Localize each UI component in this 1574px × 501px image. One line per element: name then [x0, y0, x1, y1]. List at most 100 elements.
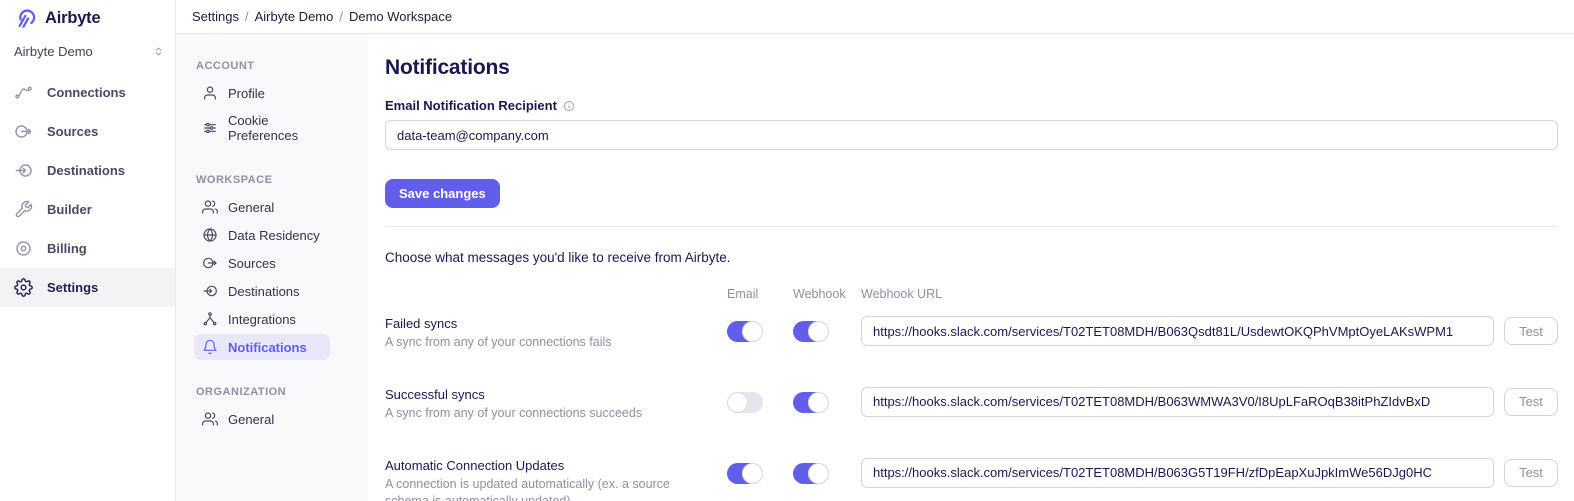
wrench-icon — [14, 200, 33, 219]
settings-nav-label: Data Residency — [228, 228, 320, 243]
sidebar-item-settings[interactable]: Settings — [0, 268, 175, 307]
section-title: ORGANIZATION — [196, 386, 352, 398]
destinations-icon — [202, 283, 218, 299]
settings-nav-label: Cookie Preferences — [228, 113, 334, 143]
sidebar-item-sources[interactable]: Sources — [0, 112, 175, 151]
column-header-webhook-url: Webhook URL — [861, 287, 1494, 301]
webhook-url-input[interactable] — [861, 387, 1494, 417]
email-toggle[interactable] — [727, 392, 763, 413]
sidebar-item-builder[interactable]: Builder — [0, 190, 175, 229]
settings-nav-item-data-residency[interactable]: Data Residency — [194, 222, 338, 248]
settings-nav-item-notifications[interactable]: Notifications — [194, 334, 330, 360]
settings-nav-item-integrations[interactable]: Integrations — [194, 306, 330, 332]
notification-row-label: Successful syncs A sync from any of your… — [385, 387, 717, 422]
notification-row-label: Automatic Connection Updates A connectio… — [385, 458, 717, 501]
settings-nav-section-organization: ORGANIZATION General — [196, 386, 352, 432]
breadcrumb-separator: / — [245, 9, 249, 24]
settings-nav: ACCOUNT Profile Cookie Preferences WORKS… — [176, 34, 368, 501]
workspace-selector-label: Airbyte Demo — [14, 44, 93, 59]
gear-icon — [14, 278, 33, 297]
main-nav: Connections Sources Destinations Builder… — [0, 73, 175, 307]
email-recipient-input[interactable] — [385, 120, 1558, 150]
notifications-table: Failed syncs A sync from any of your con… — [385, 316, 1558, 501]
sidebar-item-label: Connections — [47, 85, 126, 100]
sidebar-item-label: Billing — [47, 241, 87, 256]
sources-icon — [202, 255, 218, 271]
row-description: A connection is updated automatically (e… — [385, 476, 715, 501]
webhook-toggle[interactable] — [793, 463, 829, 484]
sidebar-item-label: Builder — [47, 202, 92, 217]
row-description: A sync from any of your connections fail… — [385, 334, 715, 351]
column-header-email: Email — [727, 287, 783, 301]
settings-nav-label: General — [228, 200, 274, 215]
settings-nav-item-general[interactable]: General — [194, 194, 330, 220]
settings-nav-label: Notifications — [228, 340, 307, 355]
email-toggle[interactable] — [727, 463, 763, 484]
content-area: Settings / Airbyte Demo / Demo Workspace… — [176, 0, 1574, 501]
integrations-icon — [202, 311, 218, 327]
settings-nav-item-org-general[interactable]: General — [194, 406, 330, 432]
info-icon[interactable] — [563, 100, 575, 112]
sidebar-item-label: Settings — [47, 280, 98, 295]
test-button[interactable]: Test — [1504, 317, 1558, 345]
notifications-table-header: Email Webhook Webhook URL — [385, 287, 1558, 301]
user-icon — [202, 85, 218, 101]
sidebar-item-label: Destinations — [47, 163, 125, 178]
webhook-url-input[interactable] — [861, 316, 1494, 346]
toggle-knob — [742, 321, 763, 342]
users-icon — [202, 411, 218, 427]
airbyte-logo-icon — [14, 6, 38, 30]
test-button[interactable]: Test — [1504, 388, 1558, 416]
email-recipient-label: Email Notification Recipient — [385, 98, 557, 113]
brand-logo[interactable]: Airbyte — [0, 0, 175, 34]
breadcrumb-settings[interactable]: Settings — [192, 9, 239, 24]
breadcrumb-separator: / — [339, 9, 343, 24]
sidebar-item-destinations[interactable]: Destinations — [0, 151, 175, 190]
column-header-webhook: Webhook — [793, 287, 851, 301]
row-title: Failed syncs — [385, 316, 717, 331]
sources-icon — [14, 122, 33, 141]
email-toggle[interactable] — [727, 321, 763, 342]
toggle-knob — [808, 463, 829, 484]
settings-nav-item-destinations[interactable]: Destinations — [194, 278, 330, 304]
destinations-icon — [14, 161, 33, 180]
sidebar-item-billing[interactable]: Billing — [0, 229, 175, 268]
webhook-url-input[interactable] — [861, 458, 1494, 488]
connections-icon — [14, 83, 33, 102]
toggle-knob — [808, 321, 829, 342]
row-title: Automatic Connection Updates — [385, 458, 717, 473]
sidebar-item-label: Sources — [47, 124, 98, 139]
notification-row-label: Failed syncs A sync from any of your con… — [385, 316, 717, 351]
users-icon — [202, 199, 218, 215]
webhook-toggle[interactable] — [793, 321, 829, 342]
choose-messages-text: Choose what messages you'd like to recei… — [385, 250, 1558, 265]
test-button[interactable]: Test — [1504, 459, 1558, 487]
settings-nav-section-account: ACCOUNT Profile Cookie Preferences — [196, 60, 352, 148]
settings-nav-label: General — [228, 412, 274, 427]
sidebar-item-connections[interactable]: Connections — [0, 73, 175, 112]
settings-nav-label: Sources — [228, 256, 276, 271]
sliders-icon — [202, 120, 218, 136]
settings-nav-label: Profile — [228, 86, 265, 101]
app-sidebar: Airbyte Airbyte Demo Connections Sources… — [0, 0, 176, 501]
section-title: WORKSPACE — [196, 174, 352, 186]
chevron-updown-icon — [152, 45, 165, 58]
settings-nav-label: Destinations — [228, 284, 300, 299]
breadcrumb-demo-workspace[interactable]: Demo Workspace — [349, 9, 452, 24]
settings-nav-item-cookie-preferences[interactable]: Cookie Preferences — [194, 108, 352, 148]
divider — [385, 226, 1558, 227]
settings-nav-label: Integrations — [228, 312, 296, 327]
bell-icon — [202, 339, 218, 355]
save-changes-button[interactable]: Save changes — [385, 179, 500, 208]
settings-nav-item-sources[interactable]: Sources — [194, 250, 330, 276]
breadcrumb-airbyte-demo[interactable]: Airbyte Demo — [255, 9, 334, 24]
toggle-knob — [727, 392, 748, 413]
row-description: A sync from any of your connections succ… — [385, 405, 715, 422]
section-title: ACCOUNT — [196, 60, 352, 72]
topbar: Settings / Airbyte Demo / Demo Workspace — [176, 0, 1574, 34]
settings-nav-item-profile[interactable]: Profile — [194, 80, 330, 106]
globe-icon — [202, 227, 218, 243]
webhook-toggle[interactable] — [793, 392, 829, 413]
workspace-selector[interactable]: Airbyte Demo — [0, 34, 175, 69]
row-title: Successful syncs — [385, 387, 717, 402]
